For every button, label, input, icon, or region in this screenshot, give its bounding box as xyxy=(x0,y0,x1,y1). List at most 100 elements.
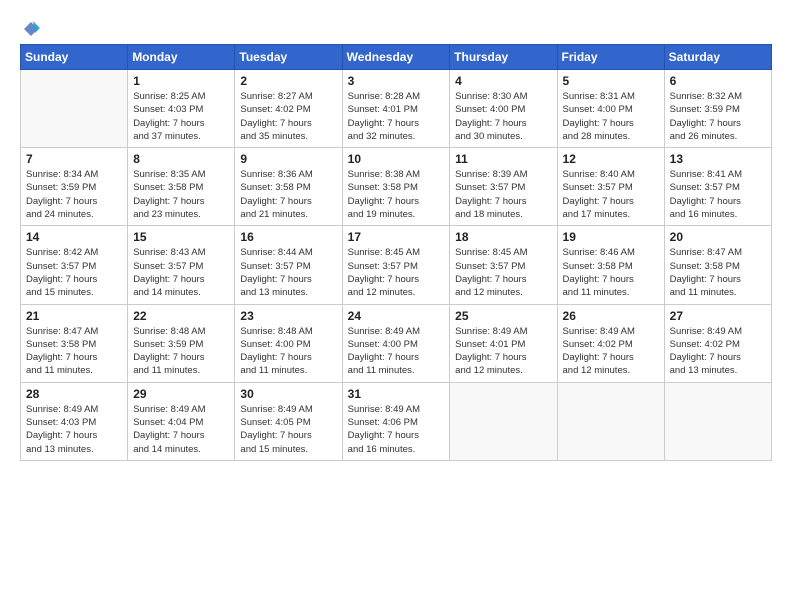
day-number: 19 xyxy=(563,230,659,244)
day-info: Sunrise: 8:27 AM Sunset: 4:02 PM Dayligh… xyxy=(240,90,336,143)
day-info: Sunrise: 8:32 AM Sunset: 3:59 PM Dayligh… xyxy=(670,90,766,143)
day-number: 6 xyxy=(670,74,766,88)
calendar-cell: 19 Sunrise: 8:46 AM Sunset: 3:58 PM Dayli… xyxy=(557,226,664,304)
day-number: 27 xyxy=(670,309,766,323)
calendar-cell: 13Sunrise: 8:41 AM Sunset: 3:57 PM Dayli… xyxy=(664,148,771,226)
day-info: Sunrise: 8:49 AM Sunset: 4:05 PM Dayligh… xyxy=(240,403,336,456)
day-info: Sunrise: 8:39 AM Sunset: 3:57 PM Dayligh… xyxy=(455,168,551,221)
day-number: 14 xyxy=(26,230,122,244)
day-info: Sunrise: 8:46 AM Sunset: 3:58 PM Dayligh… xyxy=(563,246,659,299)
col-header-tuesday: Tuesday xyxy=(235,45,342,70)
calendar-cell: 17Sunrise: 8:45 AM Sunset: 3:57 PM Dayli… xyxy=(342,226,450,304)
calendar-cell: 26 Sunrise: 8:49 AM Sunset: 4:02 PM Dayli… xyxy=(557,304,664,382)
calendar-week-row: 14 Sunrise: 8:42 AM Sunset: 3:57 PM Dayli… xyxy=(21,226,772,304)
calendar-cell: 10Sunrise: 8:38 AM Sunset: 3:58 PM Dayli… xyxy=(342,148,450,226)
calendar-cell: 8 Sunrise: 8:35 AM Sunset: 3:58 PM Daylig… xyxy=(128,148,235,226)
day-info: Sunrise: 8:48 AM Sunset: 4:00 PM Dayligh… xyxy=(240,325,336,378)
day-number: 8 xyxy=(133,152,229,166)
day-info: Sunrise: 8:49 AM Sunset: 4:04 PM Dayligh… xyxy=(133,403,229,456)
calendar-week-row: 28 Sunrise: 8:49 AM Sunset: 4:03 PM Dayli… xyxy=(21,382,772,460)
day-number: 22 xyxy=(133,309,229,323)
day-info: Sunrise: 8:43 AM Sunset: 3:57 PM Dayligh… xyxy=(133,246,229,299)
calendar-cell: 12 Sunrise: 8:40 AM Sunset: 3:57 PM Dayli… xyxy=(557,148,664,226)
day-number: 9 xyxy=(240,152,336,166)
col-header-friday: Friday xyxy=(557,45,664,70)
calendar-cell: 15Sunrise: 8:43 AM Sunset: 3:57 PM Dayli… xyxy=(128,226,235,304)
calendar-cell: 6 Sunrise: 8:32 AM Sunset: 3:59 PM Daylig… xyxy=(664,70,771,148)
calendar-cell: 14 Sunrise: 8:42 AM Sunset: 3:57 PM Dayli… xyxy=(21,226,128,304)
calendar-cell: 22 Sunrise: 8:48 AM Sunset: 3:59 PM Dayli… xyxy=(128,304,235,382)
day-info: Sunrise: 8:49 AM Sunset: 4:00 PM Dayligh… xyxy=(348,325,445,378)
day-number: 29 xyxy=(133,387,229,401)
day-number: 13 xyxy=(670,152,766,166)
calendar-cell: 24Sunrise: 8:49 AM Sunset: 4:00 PM Dayli… xyxy=(342,304,450,382)
day-number: 28 xyxy=(26,387,122,401)
day-info: Sunrise: 8:45 AM Sunset: 3:57 PM Dayligh… xyxy=(455,246,551,299)
day-number: 25 xyxy=(455,309,551,323)
day-number: 20 xyxy=(670,230,766,244)
day-number: 18 xyxy=(455,230,551,244)
day-info: Sunrise: 8:45 AM Sunset: 3:57 PM Dayligh… xyxy=(348,246,445,299)
calendar-cell xyxy=(557,382,664,460)
day-info: Sunrise: 8:49 AM Sunset: 4:01 PM Dayligh… xyxy=(455,325,551,378)
calendar-cell: 25 Sunrise: 8:49 AM Sunset: 4:01 PM Dayli… xyxy=(450,304,557,382)
day-info: Sunrise: 8:30 AM Sunset: 4:00 PM Dayligh… xyxy=(455,90,551,143)
calendar-cell xyxy=(450,382,557,460)
day-number: 11 xyxy=(455,152,551,166)
day-number: 2 xyxy=(240,74,336,88)
logo-icon xyxy=(22,20,40,38)
calendar-cell: 4 Sunrise: 8:30 AM Sunset: 4:00 PM Daylig… xyxy=(450,70,557,148)
calendar-cell xyxy=(21,70,128,148)
day-number: 10 xyxy=(348,152,445,166)
calendar-week-row: 21Sunrise: 8:47 AM Sunset: 3:58 PM Dayli… xyxy=(21,304,772,382)
calendar-cell: 5 Sunrise: 8:31 AM Sunset: 4:00 PM Daylig… xyxy=(557,70,664,148)
day-number: 3 xyxy=(348,74,445,88)
day-number: 23 xyxy=(240,309,336,323)
day-number: 16 xyxy=(240,230,336,244)
day-info: Sunrise: 8:47 AM Sunset: 3:58 PM Dayligh… xyxy=(670,246,766,299)
col-header-monday: Monday xyxy=(128,45,235,70)
header xyxy=(20,16,772,38)
day-info: Sunrise: 8:49 AM Sunset: 4:02 PM Dayligh… xyxy=(563,325,659,378)
calendar-cell: 7 Sunrise: 8:34 AM Sunset: 3:59 PM Daylig… xyxy=(21,148,128,226)
day-info: Sunrise: 8:34 AM Sunset: 3:59 PM Dayligh… xyxy=(26,168,122,221)
calendar-cell: 21Sunrise: 8:47 AM Sunset: 3:58 PM Dayli… xyxy=(21,304,128,382)
day-info: Sunrise: 8:25 AM Sunset: 4:03 PM Dayligh… xyxy=(133,90,229,143)
day-number: 21 xyxy=(26,309,122,323)
day-number: 5 xyxy=(563,74,659,88)
day-info: Sunrise: 8:36 AM Sunset: 3:58 PM Dayligh… xyxy=(240,168,336,221)
day-info: Sunrise: 8:42 AM Sunset: 3:57 PM Dayligh… xyxy=(26,246,122,299)
col-header-saturday: Saturday xyxy=(664,45,771,70)
calendar-cell xyxy=(664,382,771,460)
col-header-thursday: Thursday xyxy=(450,45,557,70)
col-header-sunday: Sunday xyxy=(21,45,128,70)
day-info: Sunrise: 8:35 AM Sunset: 3:58 PM Dayligh… xyxy=(133,168,229,221)
calendar-cell: 18 Sunrise: 8:45 AM Sunset: 3:57 PM Dayli… xyxy=(450,226,557,304)
day-number: 1 xyxy=(133,74,229,88)
day-info: Sunrise: 8:49 AM Sunset: 4:06 PM Dayligh… xyxy=(348,403,445,456)
calendar-header-row: SundayMondayTuesdayWednesdayThursdayFrid… xyxy=(21,45,772,70)
day-number: 26 xyxy=(563,309,659,323)
day-number: 4 xyxy=(455,74,551,88)
calendar-cell: 30 Sunrise: 8:49 AM Sunset: 4:05 PM Dayli… xyxy=(235,382,342,460)
page: SundayMondayTuesdayWednesdayThursdayFrid… xyxy=(0,0,792,612)
calendar-cell: 28 Sunrise: 8:49 AM Sunset: 4:03 PM Dayli… xyxy=(21,382,128,460)
calendar-cell: 31Sunrise: 8:49 AM Sunset: 4:06 PM Dayli… xyxy=(342,382,450,460)
day-number: 7 xyxy=(26,152,122,166)
calendar-week-row: 7 Sunrise: 8:34 AM Sunset: 3:59 PM Daylig… xyxy=(21,148,772,226)
day-info: Sunrise: 8:49 AM Sunset: 4:03 PM Dayligh… xyxy=(26,403,122,456)
calendar-table: SundayMondayTuesdayWednesdayThursdayFrid… xyxy=(20,44,772,461)
day-info: Sunrise: 8:49 AM Sunset: 4:02 PM Dayligh… xyxy=(670,325,766,378)
day-number: 12 xyxy=(563,152,659,166)
calendar-cell: 3Sunrise: 8:28 AM Sunset: 4:01 PM Daylig… xyxy=(342,70,450,148)
day-info: Sunrise: 8:40 AM Sunset: 3:57 PM Dayligh… xyxy=(563,168,659,221)
calendar-cell: 9 Sunrise: 8:36 AM Sunset: 3:58 PM Daylig… xyxy=(235,148,342,226)
calendar-cell: 29 Sunrise: 8:49 AM Sunset: 4:04 PM Dayli… xyxy=(128,382,235,460)
calendar-cell: 16Sunrise: 8:44 AM Sunset: 3:57 PM Dayli… xyxy=(235,226,342,304)
day-info: Sunrise: 8:31 AM Sunset: 4:00 PM Dayligh… xyxy=(563,90,659,143)
day-number: 30 xyxy=(240,387,336,401)
calendar-cell: 20 Sunrise: 8:47 AM Sunset: 3:58 PM Dayli… xyxy=(664,226,771,304)
day-info: Sunrise: 8:48 AM Sunset: 3:59 PM Dayligh… xyxy=(133,325,229,378)
calendar-week-row: 1 Sunrise: 8:25 AM Sunset: 4:03 PM Daylig… xyxy=(21,70,772,148)
calendar-cell: 27 Sunrise: 8:49 AM Sunset: 4:02 PM Dayli… xyxy=(664,304,771,382)
